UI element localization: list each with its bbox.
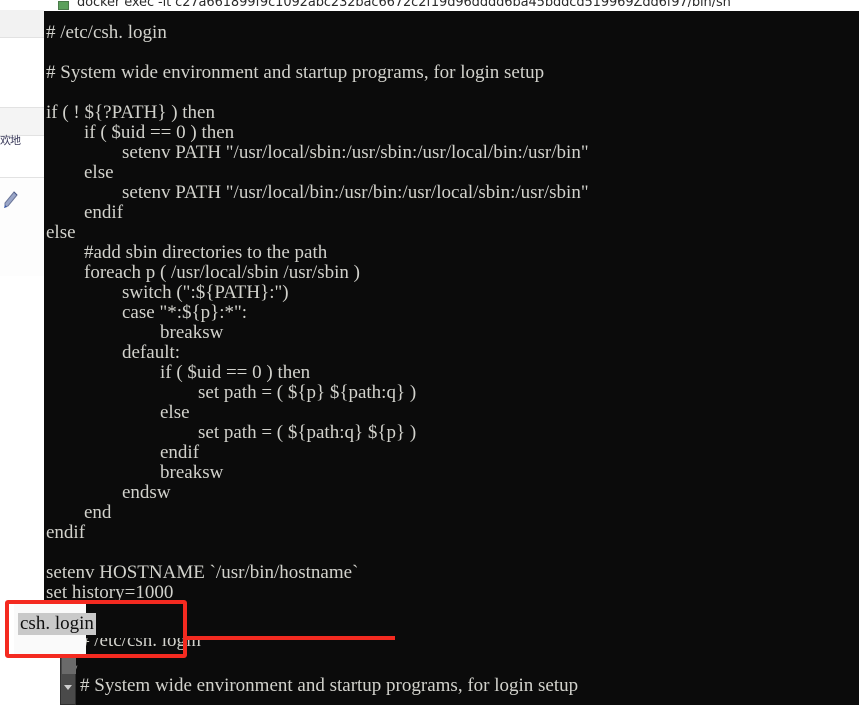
terminal-line: set path = ( ${p} ${path:q} ) bbox=[46, 382, 417, 403]
terminal-line: else bbox=[46, 402, 190, 423]
terminal-output-area[interactable]: # /etc/csh. login # System wide environm… bbox=[44, 11, 859, 666]
terminal-line: breaksw bbox=[46, 462, 224, 483]
terminal-line: setenv PATH "/usr/local/bin:/usr/bin:/us… bbox=[46, 182, 589, 203]
terminal-line: # /etc/csh. login bbox=[46, 22, 167, 43]
terminal-line: case "*:${p}:*": bbox=[46, 302, 248, 323]
terminal-line: # System wide environment and startup pr… bbox=[46, 62, 545, 83]
terminal-line: switch (":${PATH}:") bbox=[46, 282, 289, 303]
terminal-line: endif bbox=[46, 522, 86, 543]
terminal-line: if ( ! ${?PATH} ) then bbox=[46, 102, 215, 123]
terminal-line: end bbox=[46, 502, 112, 523]
pencil-icon[interactable] bbox=[2, 188, 20, 210]
terminal-line: else bbox=[46, 222, 76, 243]
lower-terminal-text: # /etc/csh. login # System wide environme… bbox=[60, 638, 859, 696]
lower-terminal-line: # System wide environment and startup pr… bbox=[80, 675, 579, 696]
terminal-titlebar[interactable]: docker exec -it c27a661899f9c1092abc232b… bbox=[44, 0, 859, 11]
terminal-line: set path = ( ${path:q} ${p} ) bbox=[46, 422, 417, 443]
terminal-line: foreach p ( /usr/local/sbin /usr/sbin ) bbox=[46, 262, 360, 283]
terminal-line: breaksw bbox=[46, 322, 224, 343]
terminal-window[interactable]: docker exec -it c27a661899f9c1092abc232b… bbox=[22, 0, 859, 705]
window-title: docker exec -it c27a661899f9c1092abc232b… bbox=[77, 0, 731, 10]
terminal-line: if ( $uid == 0 ) then bbox=[46, 122, 235, 143]
terminal-line: setenv HOSTNAME `/usr/bin/hostname` bbox=[46, 562, 359, 583]
terminal-line: setenv PATH "/usr/local/sbin:/usr/sbin:/… bbox=[46, 142, 589, 163]
background-window-label: 欢地 bbox=[0, 134, 21, 147]
terminal-line: default: bbox=[46, 342, 181, 363]
terminal-line: else bbox=[46, 162, 114, 183]
terminal-app-icon bbox=[58, 1, 69, 10]
lower-terminal-line: # /etc/csh. login bbox=[80, 638, 201, 651]
selected-text-chip[interactable]: csh. login bbox=[18, 613, 96, 635]
terminal-line: endsw bbox=[46, 482, 171, 503]
terminal-line: #add sbin directories to the path bbox=[46, 242, 328, 263]
desktop-gap bbox=[0, 658, 60, 705]
terminal-line: endif bbox=[46, 442, 200, 463]
terminal-line: if ( $uid == 0 ) then bbox=[46, 362, 311, 383]
terminal-text-content: # /etc/csh. login # System wide environm… bbox=[44, 11, 859, 623]
terminal-line: set history=1000 bbox=[46, 582, 174, 603]
chevron-down-icon[interactable] bbox=[64, 685, 72, 690]
lower-terminal-window[interactable]: # /etc/csh. login # System wide environme… bbox=[60, 638, 859, 705]
terminal-line: endif bbox=[46, 202, 124, 223]
